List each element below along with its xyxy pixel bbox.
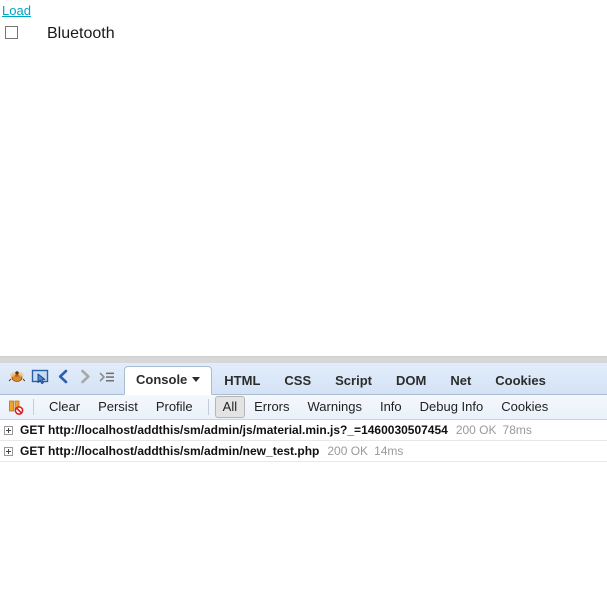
- filter-all-button[interactable]: All: [214, 396, 246, 418]
- bluetooth-option-row: Bluetooth: [0, 23, 607, 49]
- break-on-error-icon[interactable]: [5, 397, 27, 417]
- filter-info-button[interactable]: Info: [371, 396, 411, 418]
- clear-button[interactable]: Clear: [40, 396, 89, 418]
- response-time: 14ms: [374, 444, 404, 458]
- firebug-tab-bar: Console HTML CSS Script DOM Net Cookies: [0, 363, 607, 395]
- tab-css[interactable]: CSS: [272, 367, 323, 395]
- tab-net[interactable]: Net: [438, 367, 483, 395]
- firebug-toolbar-icons: [4, 361, 118, 394]
- tab-html[interactable]: HTML: [212, 367, 272, 395]
- toolbar-separator-1: [33, 399, 34, 415]
- tab-script[interactable]: Script: [323, 367, 384, 395]
- status-badge: 200 OK: [455, 423, 497, 437]
- inspect-element-icon[interactable]: [28, 365, 52, 389]
- tab-console[interactable]: Console: [124, 366, 213, 395]
- tab-dom-label: DOM: [395, 373, 427, 388]
- browser-page-content: Load Bluetooth: [0, 0, 607, 356]
- request-url: GET http://localhost/addthis/sm/admin/ne…: [20, 444, 320, 458]
- filter-errors-button[interactable]: Errors: [245, 396, 298, 418]
- firebug-panel: Console HTML CSS Script DOM Net Cookies: [0, 356, 607, 590]
- status-badge: 200 OK: [327, 444, 369, 458]
- filter-debug-info-button[interactable]: Debug Info: [411, 396, 493, 418]
- back-arrow-icon[interactable]: [52, 365, 74, 389]
- persist-button[interactable]: Persist: [89, 396, 147, 418]
- load-link[interactable]: Load: [2, 3, 31, 18]
- tab-cookies[interactable]: Cookies: [483, 367, 558, 395]
- tab-html-label: HTML: [224, 373, 261, 388]
- tab-script-label: Script: [335, 373, 372, 388]
- filter-cookies-button[interactable]: Cookies: [492, 396, 557, 418]
- expand-icon[interactable]: [4, 425, 13, 435]
- tab-dom[interactable]: DOM: [384, 367, 438, 395]
- filter-warnings-button[interactable]: Warnings: [299, 396, 371, 418]
- response-time: 78ms: [502, 423, 532, 437]
- table-row[interactable]: GET http://localhost/addthis/sm/admin/js…: [0, 420, 607, 441]
- request-url: GET http://localhost/addthis/sm/admin/js…: [20, 423, 448, 437]
- tab-cookies-label: Cookies: [495, 373, 546, 388]
- console-log-list: GET http://localhost/addthis/sm/admin/js…: [0, 420, 607, 562]
- table-row[interactable]: GET http://localhost/addthis/sm/admin/ne…: [0, 441, 607, 462]
- tab-console-label: Console: [136, 372, 188, 387]
- firebug-logo-icon[interactable]: [4, 365, 28, 389]
- forward-arrow-icon[interactable]: [74, 365, 96, 389]
- profile-button[interactable]: Profile: [147, 396, 202, 418]
- expand-icon[interactable]: [4, 446, 13, 456]
- firebug-tabs: Console HTML CSS Script DOM Net Cookies: [124, 363, 558, 395]
- bluetooth-label: Bluetooth: [47, 25, 115, 42]
- tab-net-label: Net: [450, 373, 472, 388]
- quick-info-icon[interactable]: [96, 365, 118, 389]
- toolbar-separator-2: [207, 399, 209, 415]
- chevron-down-icon[interactable]: [192, 377, 201, 383]
- console-toolbar: Clear Persist Profile All Errors Warning…: [0, 395, 607, 420]
- tab-css-label: CSS: [284, 373, 312, 388]
- console-empty-area: [0, 462, 607, 562]
- bluetooth-checkbox[interactable]: [5, 26, 18, 39]
